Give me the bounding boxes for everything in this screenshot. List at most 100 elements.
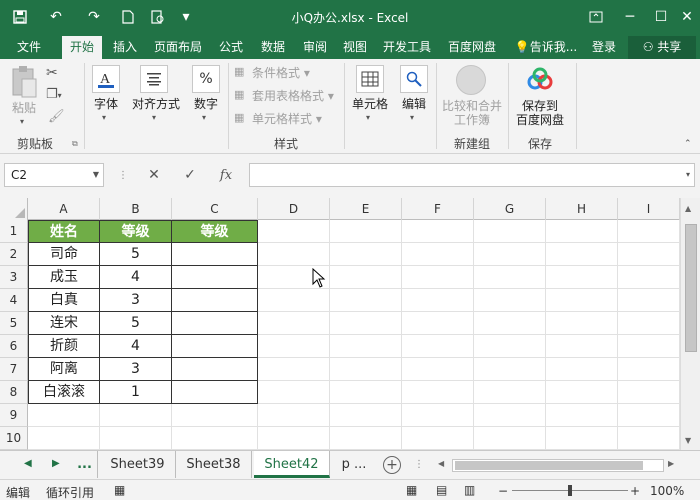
cell-c6[interactable]	[172, 335, 258, 358]
zoom-in-icon[interactable]: +	[630, 484, 640, 498]
column-header-d[interactable]: D	[258, 198, 330, 220]
cell-c9[interactable]	[172, 404, 258, 427]
cell-i9[interactable]	[618, 404, 680, 427]
collapse-ribbon-icon[interactable]: ⌃	[684, 139, 692, 149]
font-button[interactable]: 字体	[88, 97, 124, 111]
horizontal-scroll-thumb[interactable]	[455, 461, 643, 470]
cell-h8[interactable]	[546, 381, 618, 404]
cell-d2[interactable]	[258, 243, 330, 266]
chevron-down-icon[interactable]: ▼	[93, 164, 99, 186]
cell-f1[interactable]	[402, 220, 474, 243]
conditional-format-button[interactable]: 条件格式 ▾	[252, 66, 310, 80]
cell-c1[interactable]: 等级	[172, 220, 258, 243]
cell-b1[interactable]: 等级	[100, 220, 172, 243]
cell-i8[interactable]	[618, 381, 680, 404]
expand-formula-icon[interactable]: ▾	[686, 170, 690, 179]
cell-b4[interactable]: 3	[100, 289, 172, 312]
formula-input[interactable]	[249, 163, 695, 187]
select-all-button[interactable]	[0, 198, 28, 220]
tab-baidu-pan[interactable]: 百度网盘	[442, 36, 502, 59]
tab-developer[interactable]: 开发工具	[378, 36, 436, 59]
vertical-scroll-thumb[interactable]	[685, 224, 697, 352]
cell-b7[interactable]: 3	[100, 358, 172, 381]
column-header-g[interactable]: G	[474, 198, 546, 220]
cell-d6[interactable]	[258, 335, 330, 358]
cell-f2[interactable]	[402, 243, 474, 266]
cut-icon[interactable]: ✂	[46, 65, 58, 81]
cell-e7[interactable]	[330, 358, 402, 381]
cell-a9[interactable]	[28, 404, 100, 427]
vertical-scrollbar[interactable]: ▲ ▼	[680, 198, 700, 450]
alignment-dropdown-icon[interactable]: ▾	[152, 113, 156, 122]
column-header-b[interactable]: B	[100, 198, 172, 220]
cells-dropdown-icon[interactable]: ▾	[366, 113, 370, 122]
paste-dropdown-icon[interactable]: ▾	[20, 117, 24, 126]
cell-i3[interactable]	[618, 266, 680, 289]
cell-g2[interactable]	[474, 243, 546, 266]
zoom-out-icon[interactable]: −	[498, 484, 508, 498]
horizontal-scrollbar[interactable]	[452, 459, 664, 472]
cell-a2[interactable]: 司命	[28, 243, 100, 266]
cell-a6[interactable]: 折颜	[28, 335, 100, 358]
cell-f10[interactable]	[402, 427, 474, 450]
status-circular-ref[interactable]: 循环引用	[46, 484, 94, 500]
cell-f9[interactable]	[402, 404, 474, 427]
cell-i7[interactable]	[618, 358, 680, 381]
cell-b5[interactable]: 5	[100, 312, 172, 335]
sheet-next-icon[interactable]: ▶	[52, 458, 60, 469]
cell-h4[interactable]	[546, 289, 618, 312]
cell-e3[interactable]	[330, 266, 402, 289]
cell-h10[interactable]	[546, 427, 618, 450]
cell-d5[interactable]	[258, 312, 330, 335]
cell-g6[interactable]	[474, 335, 546, 358]
sheet-more-left[interactable]: ...	[72, 451, 98, 478]
cell-d1[interactable]	[258, 220, 330, 243]
cell-f7[interactable]	[402, 358, 474, 381]
cell-i2[interactable]	[618, 243, 680, 266]
cell-h2[interactable]	[546, 243, 618, 266]
scroll-up-icon[interactable]: ▲	[685, 204, 691, 213]
column-header-c[interactable]: C	[172, 198, 258, 220]
cell-c2-selected[interactable]	[172, 243, 258, 266]
cell-a7[interactable]: 阿离	[28, 358, 100, 381]
cell-d7[interactable]	[258, 358, 330, 381]
name-box[interactable]: C2 ▼	[4, 163, 104, 187]
enter-entry-button[interactable]: ✓	[178, 163, 202, 187]
percent-icon[interactable]: %	[192, 65, 220, 93]
cell-g5[interactable]	[474, 312, 546, 335]
row-header-7[interactable]: 7	[0, 358, 28, 381]
tab-data[interactable]: 数据	[254, 36, 292, 59]
cell-d10[interactable]	[258, 427, 330, 450]
cell-f8[interactable]	[402, 381, 474, 404]
column-header-a[interactable]: A	[28, 198, 100, 220]
sheet-tab-more[interactable]: p ...	[332, 451, 376, 478]
cell-c8[interactable]	[172, 381, 258, 404]
share-button[interactable]: ⚇ 共享	[628, 36, 696, 59]
page-break-view-icon[interactable]: ▥	[464, 483, 475, 497]
close-button[interactable]: ✕	[675, 5, 699, 29]
minimize-button[interactable]: ─	[618, 5, 642, 29]
format-painter-icon[interactable]: 🖌	[48, 109, 65, 124]
cell-g9[interactable]	[474, 404, 546, 427]
cell-g8[interactable]	[474, 381, 546, 404]
tab-page-layout[interactable]: 页面布局	[148, 36, 208, 59]
copy-icon[interactable]: ❐▾	[46, 87, 62, 102]
cell-h9[interactable]	[546, 404, 618, 427]
tab-review[interactable]: 审阅	[296, 36, 334, 59]
cell-d9[interactable]	[258, 404, 330, 427]
tell-me-search[interactable]: 💡告诉我...	[512, 36, 580, 59]
ribbon-display-icon[interactable]	[584, 5, 608, 29]
tab-file[interactable]: 文件	[8, 36, 50, 59]
find-icon[interactable]	[400, 65, 428, 93]
edit-button[interactable]: 编辑	[396, 97, 432, 111]
number-dropdown-icon[interactable]: ▾	[202, 113, 206, 122]
zoom-level[interactable]: 100%	[650, 484, 684, 498]
cell-b8[interactable]: 1	[100, 381, 172, 404]
cell-d8[interactable]	[258, 381, 330, 404]
cell-c7[interactable]	[172, 358, 258, 381]
cell-f3[interactable]	[402, 266, 474, 289]
cell-b2[interactable]: 5	[100, 243, 172, 266]
column-header-h[interactable]: H	[546, 198, 618, 220]
cell-b6[interactable]: 4	[100, 335, 172, 358]
save-to-baidu-button[interactable]: 保存到 百度网盘	[510, 99, 570, 127]
